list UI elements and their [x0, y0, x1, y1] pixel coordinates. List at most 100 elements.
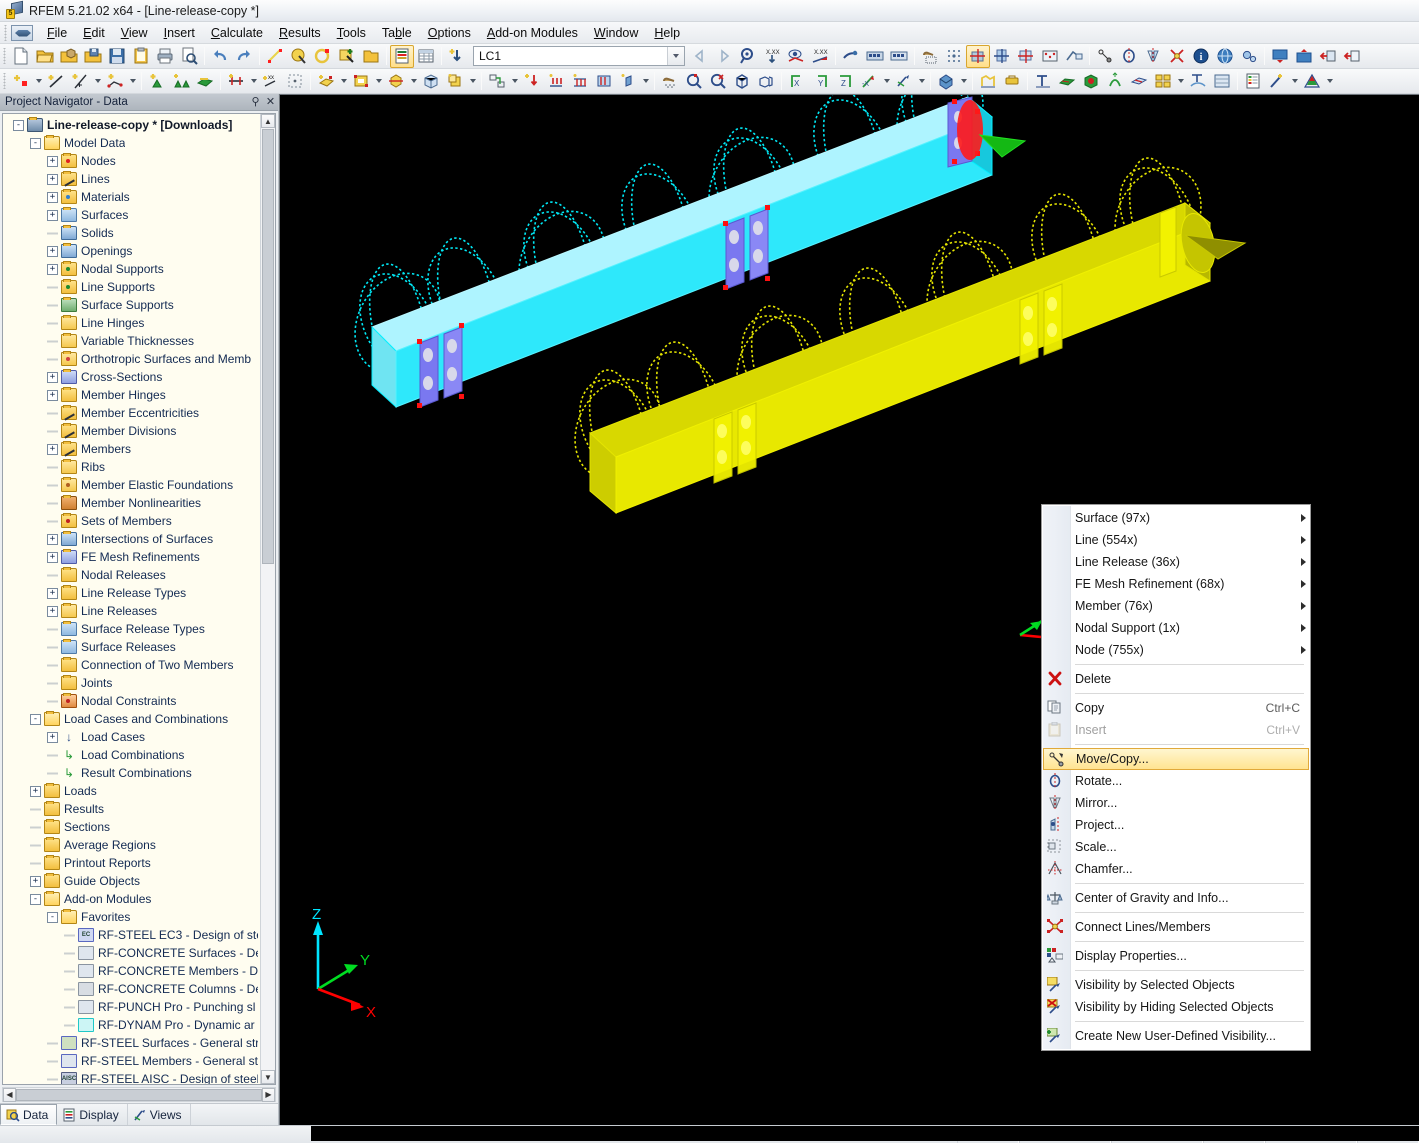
navigator-tree[interactable]: - Line-release-copy * [Downloads] - Model D… [3, 114, 260, 1084]
expand-icon[interactable]: + [47, 263, 58, 275]
tab-views[interactable]: Views [128, 1104, 191, 1125]
menu-options[interactable]: Options [420, 23, 479, 43]
context-menu-item-connect-lines-members[interactable]: Connect Lines/Members [1042, 916, 1310, 938]
context-menu-item-move-copy[interactable]: Move/Copy... [1043, 748, 1309, 770]
tree-item-variable-thicknesses[interactable]: Variable Thicknesses [3, 332, 260, 350]
tree-item-nodal-constraints[interactable]: Nodal Constraints [3, 692, 260, 710]
tab-data[interactable]: Data [0, 1104, 58, 1125]
results-table-button[interactable] [1210, 70, 1234, 93]
tree-item-line-releases[interactable]: + Line Releases [3, 602, 260, 620]
context-menu[interactable]: Surface (97x) Line (554x) Line Release (36… [1041, 504, 1311, 1051]
new-opening-dropdown[interactable] [373, 70, 384, 92]
model-viewport[interactable]: X Y Z Y X Surf [279, 94, 1419, 1125]
tree-item-member-divisions[interactable]: Member Divisions [3, 422, 260, 440]
tree-item-model-data[interactable]: - Model Data [3, 134, 260, 152]
grid-snap-button[interactable] [942, 45, 966, 68]
menu-results[interactable]: Results [271, 23, 329, 43]
expand-icon[interactable]: + [47, 551, 58, 563]
view-custom-button[interactable] [892, 70, 916, 93]
expand-icon[interactable]: + [47, 443, 58, 455]
view-custom-dropdown[interactable] [916, 70, 927, 92]
collapse-icon[interactable]: - [30, 713, 41, 725]
results-deformation-button[interactable] [1103, 70, 1127, 93]
edit-lines-button[interactable] [263, 45, 287, 68]
context-menu-item-node-755x[interactable]: Node (755x) [1042, 639, 1310, 661]
rendering-button[interactable] [839, 45, 863, 68]
scroll-up-button[interactable]: ▲ [261, 114, 275, 128]
menu-addon-modules[interactable]: Add-on Modules [479, 23, 586, 43]
tree-item-nodal-supports[interactable]: + Nodal Supports [3, 260, 260, 278]
menu-calculate[interactable]: Calculate [203, 23, 271, 43]
color-scale-dropdown[interactable] [1324, 70, 1335, 92]
new-node-button[interactable] [9, 70, 33, 93]
tree-item-average-regions[interactable]: Average Regions [3, 836, 260, 854]
visibility-up-button[interactable] [1292, 45, 1316, 68]
new-mesh-button[interactable] [283, 70, 307, 93]
close-icon[interactable]: ✕ [263, 96, 278, 108]
save-project-button[interactable] [81, 45, 105, 68]
solid-model-button[interactable] [419, 70, 443, 93]
tree-item-rf-concrete-surfaces-des[interactable]: RF-CONCRETE Surfaces - Des [3, 944, 260, 962]
tree-item-member-hinges[interactable]: + Member Hinges [3, 386, 260, 404]
new-free-load-button[interactable] [592, 70, 616, 93]
tree-item-favorites[interactable]: - Favorites [3, 908, 260, 926]
new-polyline-button[interactable] [103, 70, 127, 93]
tree-item-surface-release-types[interactable]: Surface Release Types [3, 620, 260, 638]
new-opening-button[interactable] [349, 70, 373, 93]
expand-icon[interactable]: + [47, 191, 58, 203]
undo-button[interactable] [208, 45, 232, 68]
rotate-toolbar-button[interactable] [1117, 45, 1141, 68]
tree-item-surface-releases[interactable]: Surface Releases [3, 638, 260, 656]
tree-item-members[interactable]: + Members [3, 440, 260, 458]
context-menu-item-copy[interactable]: Copy Ctrl+C [1042, 697, 1310, 719]
printout-report-2-button[interactable] [887, 45, 911, 68]
tree-item-rf-dynam-pro-dynamic-ar[interactable]: RF-DYNAM Pro - Dynamic ar [3, 1016, 260, 1034]
tree-item-rf-steel-aisc-design-of-steel[interactable]: AISC RF-STEEL AISC - Design of steel [3, 1070, 260, 1084]
expand-icon[interactable]: + [30, 875, 41, 887]
expand-icon[interactable]: + [47, 731, 58, 743]
toolbar-standard-grip[interactable] [1, 48, 8, 64]
new-nodal-support-button[interactable] [169, 70, 193, 93]
solid-shape-dropdown[interactable] [958, 70, 969, 92]
new-object-dropdown[interactable] [467, 70, 478, 92]
view-perspective-button[interactable] [754, 70, 778, 93]
new-nodal-load-button[interactable] [544, 70, 568, 93]
tree-item-openings[interactable]: + Openings [3, 242, 260, 260]
context-menu-item-visibility-by-selected-objects[interactable]: Visibility by Selected Objects [1042, 974, 1310, 996]
chevron-down-icon[interactable] [667, 47, 684, 65]
view-negx-dropdown[interactable] [881, 70, 892, 92]
expand-icon[interactable]: + [47, 173, 58, 185]
context-menu-item-member-76x[interactable]: Member (76x) [1042, 595, 1310, 617]
redo-button[interactable] [232, 45, 256, 68]
results-surface-button[interactable] [1055, 70, 1079, 93]
tree-item-rf-steel-ec3-design-of-ste[interactable]: EC RF-STEEL EC3 - Design of ste [3, 926, 260, 944]
tree-item-load-cases-and-combinations[interactable]: - Load Cases and Combinations [3, 710, 260, 728]
select-object-button[interactable] [287, 45, 311, 68]
mirror-toolbar-button[interactable] [1141, 45, 1165, 68]
expand-icon[interactable]: + [47, 533, 58, 545]
visibility-pin2-button[interactable] [1340, 45, 1364, 68]
tree-item-guide-objects[interactable]: + Guide Objects [3, 872, 260, 890]
next-load-case-button[interactable] [712, 45, 736, 68]
new-set-dropdown[interactable] [509, 70, 520, 92]
tree-item-load-cases[interactable]: + ↓ Load Cases [3, 728, 260, 746]
new-line-button[interactable] [44, 70, 68, 93]
tree-item-nodes[interactable]: + Nodes [3, 152, 260, 170]
collapse-icon[interactable]: - [30, 893, 41, 905]
context-menu-item-delete[interactable]: Delete [1042, 668, 1310, 690]
results-solid-button[interactable] [1079, 70, 1103, 93]
context-menu-item-create-new-user-defined-visibility[interactable]: Create New User-Defined Visibility... [1042, 1025, 1310, 1047]
zoom-in-button[interactable] [682, 70, 706, 93]
menu-table[interactable]: Table [374, 23, 420, 43]
render-hand-button[interactable] [658, 70, 682, 93]
new-line-dim-button[interactable] [68, 70, 92, 93]
context-menu-item-chamfer[interactable]: Chamfer... [1042, 858, 1310, 880]
tab-display[interactable]: Display [57, 1104, 128, 1125]
print-preview-button[interactable] [177, 45, 201, 68]
legend-button[interactable] [1241, 70, 1265, 93]
new-surface-load-dropdown[interactable] [338, 70, 349, 92]
context-menu-item-project[interactable]: Project... [1042, 814, 1310, 836]
context-menu-item-center-of-gravity-and-info[interactable]: Center of Gravity and Info... [1042, 887, 1310, 909]
tree-item-sections[interactable]: Sections [3, 818, 260, 836]
new-hinge-button[interactable]: xx [259, 70, 283, 93]
